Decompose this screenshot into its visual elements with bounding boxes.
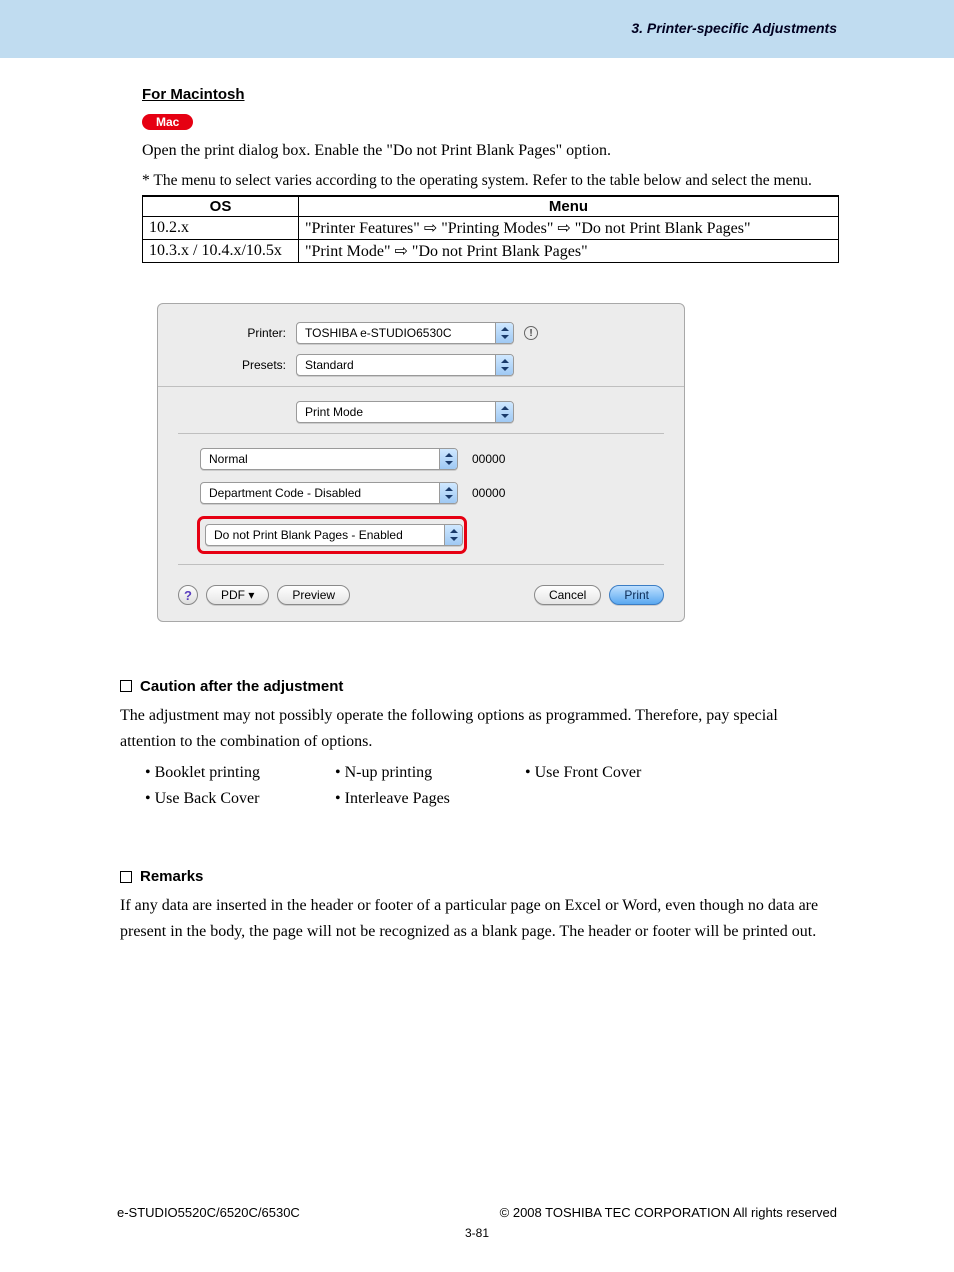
list-item: • Booklet printing [120, 760, 310, 786]
help-button[interactable]: ? [178, 585, 198, 605]
chevron-updown-icon [495, 402, 513, 422]
chapter-title: 3. Printer-specific Adjustments [631, 20, 837, 36]
dept-value: Department Code - Disabled [201, 486, 439, 500]
pdf-button[interactable]: PDF ▾ [206, 585, 269, 605]
cell-os: 10.2.x [143, 217, 299, 240]
chapter-header: 3. Printer-specific Adjustments [0, 0, 954, 58]
remarks-text: If any data are inserted in the header o… [120, 893, 837, 944]
divider [178, 433, 664, 434]
page-content: For Macintosh Mac Open the print dialog … [0, 58, 954, 945]
caution-text: The adjustment may not possibly operate … [120, 703, 837, 754]
mac-badge: Mac [142, 114, 193, 130]
list-item: • N-up printing [310, 760, 500, 786]
mac-heading: For Macintosh [142, 86, 837, 103]
mac-print-dialog: Printer: TOSHIBA e-STUDIO6530C ! Presets… [157, 303, 685, 622]
remarks-title-text: Remarks [140, 868, 203, 885]
page-footer: e-STUDIO5520C/6520C/6530C © 2008 TOSHIBA… [0, 1205, 954, 1220]
dept-code: 00000 [472, 486, 505, 500]
dept-select[interactable]: Department Code - Disabled [200, 482, 458, 504]
quality-select[interactable]: Normal [200, 448, 458, 470]
chevron-updown-icon [495, 323, 513, 343]
printer-label: Printer: [178, 326, 296, 340]
blank-pages-select[interactable]: Do not Print Blank Pages - Enabled [205, 524, 463, 546]
list-item: • Use Front Cover [500, 760, 690, 786]
table-header-row: OS Menu [143, 196, 839, 217]
col-os: OS [143, 196, 299, 217]
blank-pages-value: Do not Print Blank Pages - Enabled [206, 528, 444, 542]
footer-right: © 2008 TOSHIBA TEC CORPORATION All right… [500, 1205, 837, 1220]
quality-code: 00000 [472, 452, 505, 466]
caution-title-text: Caution after the adjustment [140, 678, 343, 695]
list-item: • Interleave Pages [310, 786, 500, 812]
table-row: 10.3.x / 10.4.x/10.5x "Print Mode" ⇨ "Do… [143, 240, 839, 263]
cell-os: 10.3.x / 10.4.x/10.5x [143, 240, 299, 263]
preview-button[interactable]: Preview [277, 585, 350, 605]
mode-select[interactable]: Print Mode [296, 401, 514, 423]
mac-intro: Open the print dialog box. Enable the "D… [142, 138, 837, 164]
list-item: • Use Back Cover [120, 786, 310, 812]
print-button[interactable]: Print [609, 585, 664, 605]
info-icon[interactable]: ! [524, 326, 538, 340]
os-menu-table: OS Menu 10.2.x "Printer Features" ⇨ "Pri… [142, 195, 839, 263]
caution-list: • Booklet printing • N-up printing • Use… [120, 760, 837, 812]
presets-label: Presets: [178, 358, 296, 372]
printer-value: TOSHIBA e-STUDIO6530C [297, 326, 495, 340]
cell-menu: "Print Mode" ⇨ "Do not Print Blank Pages… [299, 240, 839, 263]
presets-select[interactable]: Standard [296, 354, 514, 376]
quality-value: Normal [201, 452, 439, 466]
footer-left: e-STUDIO5520C/6520C/6530C [117, 1205, 300, 1220]
table-row: 10.2.x "Printer Features" ⇨ "Printing Mo… [143, 217, 839, 240]
chevron-updown-icon [495, 355, 513, 375]
mode-value: Print Mode [297, 405, 495, 419]
caution-heading: Caution after the adjustment [120, 678, 837, 695]
presets-value: Standard [297, 358, 495, 372]
chevron-updown-icon [439, 449, 457, 469]
square-bullet-icon [120, 680, 132, 692]
col-menu: Menu [299, 196, 839, 217]
remarks-heading: Remarks [120, 868, 837, 885]
mac-note: * The menu to select varies according to… [142, 170, 837, 192]
cancel-button[interactable]: Cancel [534, 585, 601, 605]
divider [158, 386, 684, 387]
chevron-updown-icon [444, 525, 462, 545]
page-number: 3-81 [0, 1226, 954, 1240]
cell-menu: "Printer Features" ⇨ "Printing Modes" ⇨ … [299, 217, 839, 240]
divider [178, 564, 664, 565]
printer-select[interactable]: TOSHIBA e-STUDIO6530C [296, 322, 514, 344]
highlighted-option: Do not Print Blank Pages - Enabled [197, 516, 467, 554]
chevron-updown-icon [439, 483, 457, 503]
square-bullet-icon [120, 871, 132, 883]
